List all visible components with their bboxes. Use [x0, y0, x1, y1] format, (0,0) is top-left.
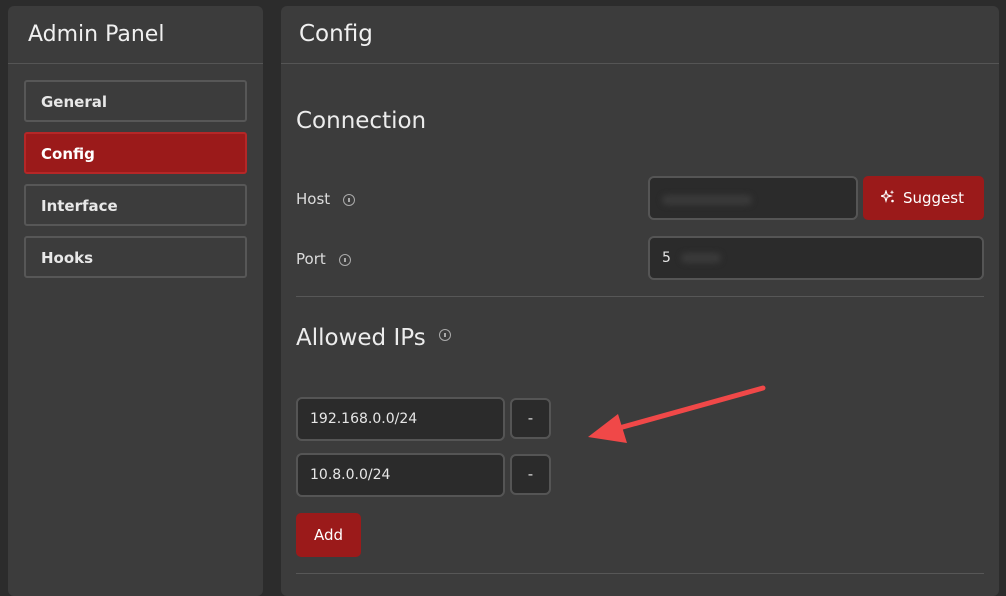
- redacted-value: [681, 253, 722, 263]
- sidebar-item-hooks[interactable]: Hooks: [24, 236, 247, 278]
- host-label: Host: [296, 190, 331, 208]
- sidebar-title: Admin Panel: [8, 6, 263, 64]
- sidebar-item-config[interactable]: Config: [24, 132, 247, 174]
- add-ip-button[interactable]: Add: [296, 513, 361, 557]
- section-divider: [296, 296, 984, 297]
- page-title: Config: [281, 6, 999, 64]
- remove-ip-button[interactable]: -: [510, 454, 551, 495]
- redacted-value: [662, 195, 752, 205]
- allowed-ips-title-row: Allowed IPs: [296, 325, 452, 351]
- port-label: Port: [296, 250, 326, 268]
- sidebar-item-interface[interactable]: Interface: [24, 184, 247, 226]
- section-divider: [296, 573, 984, 574]
- allowed-ips-title: Allowed IPs: [296, 325, 426, 351]
- main-panel: Config Connection Host Suggest Port 5 Al…: [281, 6, 999, 596]
- sidebar-item-general[interactable]: General: [24, 80, 247, 122]
- suggest-button[interactable]: Suggest: [863, 176, 984, 220]
- host-label-row: Host: [296, 190, 355, 208]
- allowed-ips-info-icon[interactable]: [439, 329, 452, 341]
- ip-entry-field[interactable]: 192.168.0.0/24: [296, 397, 505, 441]
- host-info-icon[interactable]: [342, 193, 355, 206]
- remove-ip-button[interactable]: -: [510, 398, 551, 439]
- sidebar-nav: General Config Interface Hooks: [8, 64, 263, 278]
- host-input[interactable]: [648, 176, 858, 220]
- port-label-row: Port: [296, 250, 351, 268]
- port-info-icon[interactable]: [338, 253, 351, 266]
- connection-section-title: Connection: [296, 108, 427, 134]
- port-input[interactable]: 5: [648, 236, 984, 280]
- sparkle-icon: [879, 189, 895, 203]
- ip-entry-field[interactable]: 10.8.0.0/24: [296, 453, 505, 497]
- sidebar: Admin Panel General Config Interface Hoo…: [8, 6, 263, 596]
